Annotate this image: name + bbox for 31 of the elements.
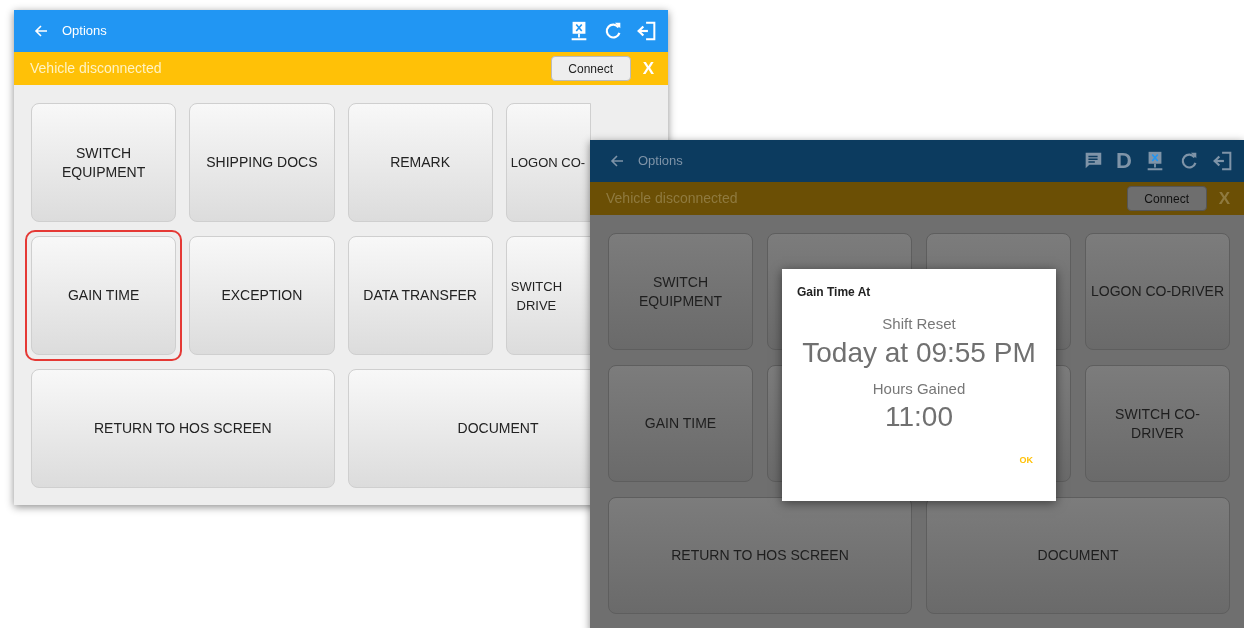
option-button[interactable]: GAIN TIME [608, 365, 753, 482]
option-button[interactable]: RETURN TO HOS SCREEN [31, 369, 335, 488]
option-button[interactable]: DOCUMENT [347, 369, 591, 488]
back-icon[interactable] [610, 154, 624, 168]
logout-icon[interactable] [636, 20, 658, 42]
banner-text: Vehicle disconnected [606, 189, 739, 208]
banner-text: Vehicle disconnected [30, 59, 163, 78]
option-button[interactable]: SWITCH DRIVE [505, 236, 591, 355]
connect-button[interactable]: Connect [550, 56, 631, 81]
dialog-label: Hours Gained [872, 378, 966, 399]
dialog-label: Shift Reset [882, 314, 956, 334]
option-button[interactable]: DOCUMENT [926, 497, 1230, 614]
dialog-value: 11:00 [885, 400, 953, 434]
letter-icon[interactable]: D [1116, 150, 1132, 172]
dialog-title: Gain Time At [797, 284, 871, 301]
screen-title: Options [62, 22, 108, 41]
option-button[interactable]: GAIN TIME [31, 236, 177, 355]
option-button[interactable]: LOGON CO- [505, 103, 591, 222]
option-button[interactable]: SWITCH CO- DRIVER [1085, 365, 1230, 482]
option-button[interactable]: RETURN TO HOS SCREEN [608, 497, 912, 614]
logout-icon[interactable] [1212, 150, 1234, 172]
option-button[interactable]: SHIPPING DOCS [189, 103, 335, 222]
option-button[interactable]: EXCEPTION [189, 236, 335, 355]
option-button[interactable]: LOGON CO-DRIVER [1085, 233, 1230, 350]
dialog-value: Today at 09:55 PM [802, 335, 1036, 370]
option-button[interactable]: SWITCH EQUIPMENT [608, 233, 753, 350]
option-button[interactable]: SWITCH EQUIPMENT [31, 103, 177, 222]
option-button[interactable]: DATA TRANSFER [347, 236, 493, 355]
screen-title: Options [638, 152, 684, 171]
connect-button[interactable]: Connect [1126, 186, 1207, 211]
option-button[interactable]: REMARK [347, 103, 493, 222]
